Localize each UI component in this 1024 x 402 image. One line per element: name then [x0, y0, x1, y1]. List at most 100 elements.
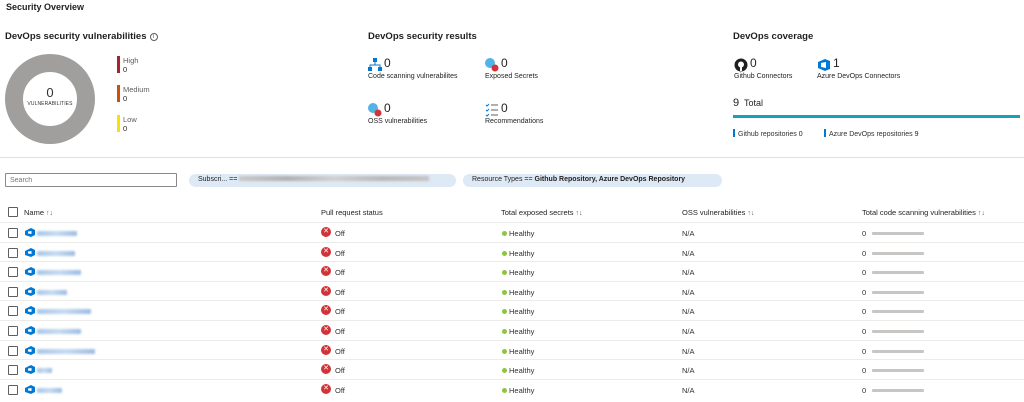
- repo-name-redacted[interactable]: [37, 289, 67, 295]
- oss-value: N/A: [682, 248, 695, 258]
- healthy-dot-icon: [502, 368, 507, 374]
- row-checkbox[interactable]: [8, 306, 18, 317]
- table-row[interactable]: ✕ Off Healthy N/A 0: [0, 241, 1024, 262]
- repo-name-redacted[interactable]: [37, 231, 77, 236]
- table-row[interactable]: ✕ Off Healthy N/A 0: [0, 222, 1024, 242]
- metric-code-scanning-value: 0: [384, 56, 391, 70]
- severity-medium-label: Medium: [123, 85, 150, 94]
- resource-types-filter-label: Resource Types: [472, 176, 523, 183]
- repo-name-redacted[interactable]: [37, 368, 52, 374]
- column-header-secrets[interactable]: Total exposed secrets ↑↓: [501, 208, 583, 217]
- resource-types-filter-op: ==: [524, 176, 533, 183]
- repo-name-redacted[interactable]: [37, 270, 81, 276]
- severity-low-bar: [117, 115, 120, 132]
- column-header-pr-status: Pull request status: [321, 208, 383, 217]
- code-scanning-value: 0: [862, 307, 867, 317]
- table-row[interactable]: ✕ Off Healthy N/A 0: [0, 300, 1024, 320]
- healthy-dot-icon: [502, 329, 507, 334]
- azure-devops-repo-icon: [25, 384, 35, 394]
- status-off-icon: ✕: [321, 325, 331, 335]
- subscription-filter-op: ==: [229, 176, 238, 183]
- vulnerabilities-total: 0: [46, 85, 54, 100]
- vulnerabilities-card-title: DevOps security vulnerabilities i: [5, 31, 158, 42]
- azure-devops-repo-icon: [25, 345, 35, 355]
- secrets-status: Healthy: [509, 366, 535, 376]
- page-title: Security Overview: [6, 2, 85, 12]
- repo-name-redacted[interactable]: [37, 250, 75, 256]
- select-all-checkbox[interactable]: [8, 207, 18, 217]
- sort-icon[interactable]: ↑↓: [978, 210, 985, 217]
- github-icon: [734, 58, 748, 72]
- row-checkbox[interactable]: [8, 345, 18, 356]
- section-divider: [0, 157, 1024, 158]
- azure-devops-repo-icon: [25, 267, 35, 277]
- legend-github-swatch: [733, 129, 735, 137]
- repo-name-redacted[interactable]: [37, 309, 91, 315]
- repo-name-redacted[interactable]: [37, 348, 95, 354]
- code-scanning-bar: [872, 330, 924, 333]
- oss-vulnerabilities-icon: [368, 103, 382, 117]
- azure-devops-repo-icon: [25, 228, 35, 237]
- code-scanning-bar: [872, 271, 924, 275]
- severity-low-label: Low: [123, 115, 137, 124]
- metric-code-scanning-label: Code scanning vulnerabilites: [368, 73, 458, 80]
- table-row[interactable]: ✕ Off Healthy N/A 0: [0, 378, 1024, 399]
- search-input[interactable]: [5, 173, 177, 187]
- sort-icon[interactable]: ↑↓: [576, 210, 583, 217]
- sort-icon[interactable]: ↑↓: [747, 210, 754, 217]
- row-checkbox[interactable]: [8, 365, 18, 376]
- metric-oss-vulnerabilities-label: OSS vulnerabilities: [368, 118, 428, 125]
- table-row[interactable]: ✕ Off Healthy N/A 0: [0, 261, 1024, 281]
- sort-icon[interactable]: ↑↓: [46, 210, 53, 217]
- code-scanning-value: 0: [862, 229, 867, 238]
- row-checkbox[interactable]: [8, 228, 18, 238]
- table-row[interactable]: ✕ Off Healthy N/A 0: [0, 280, 1024, 301]
- code-scanning-bar: [872, 232, 924, 235]
- repo-name-redacted[interactable]: [37, 387, 62, 393]
- row-checkbox[interactable]: [8, 326, 18, 336]
- results-card-title: DevOps security results: [368, 31, 477, 42]
- row-checkbox[interactable]: [8, 247, 18, 258]
- metric-oss-vulnerabilities-value: 0: [384, 101, 391, 115]
- code-scanning-value: 0: [862, 248, 867, 258]
- repo-name-redacted[interactable]: [37, 329, 81, 334]
- pr-status: Off: [335, 268, 345, 278]
- healthy-dot-icon: [502, 348, 507, 354]
- oss-value: N/A: [682, 327, 695, 336]
- healthy-dot-icon: [502, 250, 507, 256]
- row-checkbox[interactable]: [8, 286, 18, 297]
- pr-status: Off: [335, 346, 345, 356]
- secrets-status: Healthy: [509, 346, 535, 356]
- oss-value: N/A: [682, 346, 695, 356]
- secrets-status: Healthy: [509, 229, 535, 238]
- secrets-status: Healthy: [509, 327, 535, 336]
- coverage-total-label: Total: [744, 98, 764, 108]
- column-header-oss[interactable]: OSS vulnerabilities ↑↓: [682, 208, 754, 217]
- github-connectors-label: Github Connectors: [734, 73, 793, 80]
- code-scanning-value: 0: [862, 366, 867, 376]
- azure-devops-connectors-value: 1: [833, 56, 840, 70]
- info-icon[interactable]: i: [149, 33, 158, 41]
- row-checkbox[interactable]: [8, 384, 18, 395]
- pr-status: Off: [335, 327, 345, 336]
- subscription-filter-label: Subscri...: [198, 176, 228, 183]
- status-off-icon: ✕: [321, 383, 331, 394]
- row-checkbox[interactable]: [8, 267, 18, 278]
- azure-devops-repo-icon: [25, 365, 35, 375]
- table-row[interactable]: ✕ Off Healthy N/A 0: [0, 320, 1024, 340]
- oss-value: N/A: [682, 268, 695, 278]
- pr-status: Off: [335, 229, 345, 238]
- code-scanning-bar: [872, 310, 924, 314]
- secrets-status: Healthy: [509, 268, 535, 278]
- azure-devops-repo-icon: [25, 306, 35, 316]
- column-header-code-scanning[interactable]: Total code scanning vulnerabilities ↑↓: [862, 208, 985, 217]
- subscription-filter-pill[interactable]: Subscri... ==: [189, 174, 456, 187]
- table-row[interactable]: ✕ Off Healthy N/A 0: [0, 359, 1024, 379]
- legend-azure-label: Azure DevOps repositories: [829, 131, 913, 138]
- table-row[interactable]: ✕ Off Healthy N/A 0: [0, 339, 1024, 360]
- column-header-name[interactable]: Name ↑↓: [24, 208, 53, 217]
- resource-types-filter-pill[interactable]: Resource Types == Github Repository, Azu…: [463, 174, 722, 187]
- github-connectors-value: 0: [750, 56, 757, 70]
- azure-devops-connectors-label: Azure DevOps Connectors: [817, 73, 901, 80]
- severity-medium-value: 0: [123, 94, 128, 103]
